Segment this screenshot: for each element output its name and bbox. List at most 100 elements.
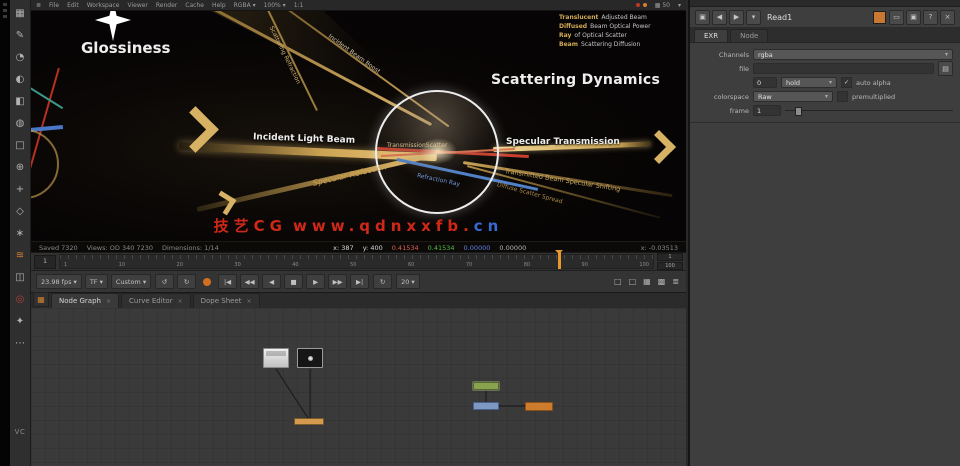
node-color-swatch[interactable] [873, 11, 886, 24]
transport-button[interactable]: ↻ [177, 274, 196, 289]
layout-icon[interactable]: □ [612, 277, 624, 286]
node-green[interactable] [473, 382, 499, 390]
viewer-right-control[interactable]: ▦ 50 [655, 2, 670, 9]
toolbox-icon[interactable]: ◧ [12, 93, 29, 110]
menu-item[interactable]: Edit [67, 2, 79, 9]
playback-button[interactable]: ◀◀ [240, 274, 259, 289]
channels-label: Channels [697, 51, 749, 59]
nodegraph-canvas[interactable] [31, 308, 686, 466]
range-in-field[interactable]: 1 [657, 253, 683, 261]
playback-button[interactable]: |◀ [218, 274, 237, 289]
properties-toolbar-button[interactable]: ▣ [695, 10, 710, 25]
node-postage-stamp-light[interactable] [263, 348, 289, 368]
toolbox-icon[interactable]: ◐ [12, 71, 29, 88]
toolbox-icon[interactable]: ◫ [12, 269, 29, 286]
frame-tick-label: 20 [177, 262, 183, 268]
menu-item[interactable]: Cache [185, 2, 204, 9]
toolbox-icon[interactable]: ◔ [12, 49, 29, 66]
cursor-x: x: 387 [333, 244, 354, 252]
toolbox-icon[interactable]: ◍ [12, 115, 29, 132]
playback-button[interactable]: ▶| [350, 274, 369, 289]
tab-close-icon[interactable]: × [247, 298, 252, 305]
playback-button[interactable]: ▶ [306, 274, 325, 289]
transport-dropdown[interactable]: Custom ▾ [111, 274, 151, 289]
file-path-input[interactable] [753, 63, 934, 74]
channels-dropdown[interactable]: rgba ▾ [753, 49, 953, 60]
panel-tab[interactable]: Curve Editor × [121, 293, 191, 308]
toolbox-icon[interactable]: + [12, 181, 29, 198]
playback-button[interactable]: ◀ [262, 274, 281, 289]
layout-icon[interactable]: □ [627, 277, 639, 286]
loop-button[interactable]: ↻ [373, 274, 392, 289]
toolbox-icon[interactable]: ▦ [12, 5, 29, 22]
menu-item[interactable]: Help [212, 2, 226, 9]
current-frame-field[interactable]: 1 [34, 255, 56, 269]
record-dot[interactable] [203, 278, 211, 286]
toolbox-icon[interactable]: ⋯ [12, 335, 29, 352]
premultiplied-checkbox[interactable] [837, 91, 848, 102]
node-blue[interactable] [473, 402, 499, 410]
toolbox-icon[interactable]: ◇ [12, 203, 29, 220]
loop-count-dropdown[interactable]: 20 ▾ [396, 274, 420, 289]
playhead[interactable] [558, 252, 561, 269]
toolbox-icon[interactable]: ✎ [12, 27, 29, 44]
timeline-track[interactable]: 1102030405060708090100 [59, 254, 654, 269]
playback-button[interactable]: ▶▶ [328, 274, 347, 289]
slider-handle[interactable] [795, 107, 802, 116]
menu-item[interactable]: Render [156, 2, 177, 9]
toolbox-icon[interactable]: ≋ [12, 247, 29, 264]
tab-close-icon[interactable]: × [178, 298, 183, 305]
panel-window-button[interactable]: ▭ [889, 10, 904, 25]
panel-menu-button[interactable]: ▦ [33, 292, 49, 307]
layout-icon[interactable]: ▩ [656, 277, 668, 286]
layout-icon[interactable]: ▦ [641, 277, 653, 286]
menu-item[interactable]: File [49, 2, 59, 9]
menu-item[interactable]: Workspace [87, 2, 120, 9]
panel-tab[interactable]: Dope Sheet × [193, 293, 260, 308]
panel-window-button[interactable]: ▣ [906, 10, 921, 25]
corner-text-line: TranslucentAdjusted Beam [559, 13, 686, 22]
toolbox-icon[interactable]: ∗ [12, 225, 29, 242]
transport-dropdown[interactable]: 23.98 fps ▾ [36, 274, 82, 289]
transport-dropdown[interactable]: TF ▾ [85, 274, 108, 289]
toolbar-bottom-label: VC [15, 428, 26, 436]
viewer-control[interactable]: RGBA ▾ [234, 2, 256, 9]
toolbox-icon[interactable]: □ [12, 137, 29, 154]
viewer-control[interactable]: 1:1 [294, 2, 304, 9]
toolbox-icon[interactable]: ◎ [12, 291, 29, 308]
properties-toolbar-button[interactable]: ◀ [712, 10, 727, 25]
node-dot-orange[interactable] [294, 418, 324, 425]
tab-close-icon[interactable]: × [106, 298, 111, 305]
frame-input[interactable]: 1 [753, 105, 781, 116]
node-orange[interactable] [525, 402, 553, 411]
range-start-input[interactable]: 0 [753, 77, 777, 88]
colorspace-dropdown[interactable]: Raw ▾ [753, 91, 833, 102]
playback-button[interactable]: ■ [284, 274, 303, 289]
transport-button[interactable]: ↺ [155, 274, 174, 289]
toolbox-icon[interactable]: ⊕ [12, 159, 29, 176]
viewer-control[interactable]: 100% ▾ [264, 2, 286, 9]
arrow-chevron [212, 191, 237, 216]
panel-tab[interactable]: Node Graph × [51, 293, 119, 308]
range-mode-dropdown[interactable]: hold ▾ [781, 77, 837, 88]
properties-tab[interactable]: Node [730, 29, 768, 42]
frame-label: frame [697, 107, 749, 115]
auto-alpha-checkbox[interactable]: ✓ [841, 77, 852, 88]
inner-scatter-label: TransmissionScatter [387, 142, 447, 149]
file-browse-button[interactable]: ▤ [938, 61, 953, 76]
menu-icon[interactable]: ≣ [36, 2, 41, 9]
panel-window-button[interactable]: ? [923, 10, 938, 25]
reflection-label: Specular Refection [312, 162, 388, 188]
viewer-right-control[interactable]: ▾ [678, 2, 681, 9]
toolbox-icon[interactable]: ✦ [12, 313, 29, 330]
viewer-canvas[interactable]: Glossiness Scattering Dynamics Scatterin… [31, 11, 686, 241]
frame-slider[interactable] [785, 105, 953, 116]
layout-icon[interactable]: ≣ [670, 277, 681, 286]
menu-item[interactable]: Viewer [128, 2, 148, 9]
panel-window-button[interactable]: × [940, 10, 955, 25]
properties-toolbar-button[interactable]: ▾ [746, 10, 761, 25]
range-out-field[interactable]: 100 [657, 262, 683, 270]
node-postage-stamp-dark[interactable] [297, 348, 323, 368]
properties-tab[interactable]: EXR [694, 29, 728, 42]
properties-toolbar-button[interactable]: ▶ [729, 10, 744, 25]
